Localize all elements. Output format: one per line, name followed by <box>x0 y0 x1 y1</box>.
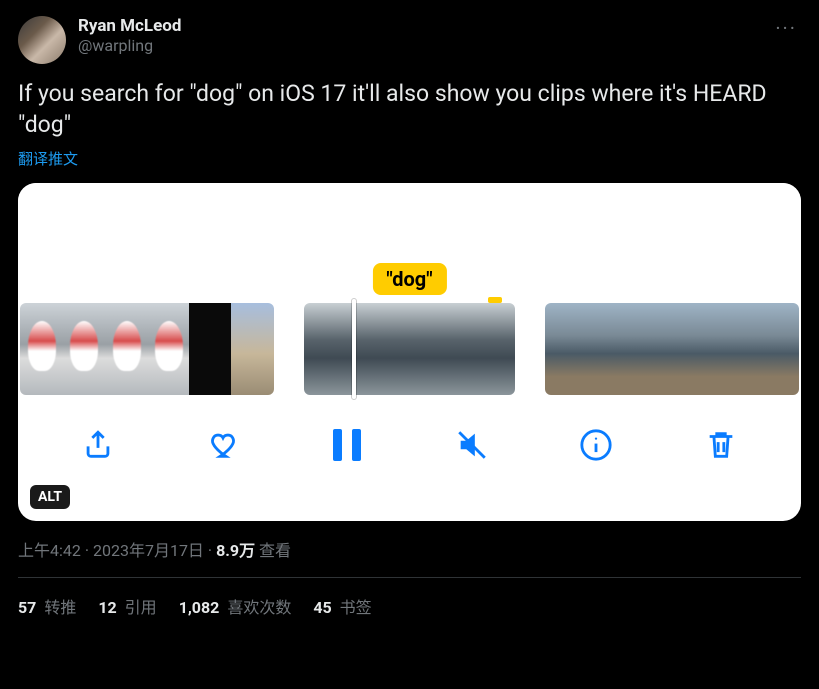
clip-group[interactable] <box>304 303 515 395</box>
media-toolbar <box>18 395 801 495</box>
video-timeline[interactable] <box>20 303 799 395</box>
search-term-badge: "dog" <box>372 263 446 295</box>
share-icon <box>81 428 115 462</box>
clip-frame <box>714 303 756 395</box>
clip-frame <box>431 303 473 395</box>
heart-icon <box>206 428 240 462</box>
avatar[interactable] <box>18 16 66 64</box>
clip-frame <box>189 303 231 395</box>
clip-group[interactable] <box>545 303 799 395</box>
clip-frame <box>473 303 515 395</box>
trash-icon <box>704 428 738 462</box>
author-display-name: Ryan McLeod <box>78 16 771 36</box>
info-button[interactable] <box>577 426 615 464</box>
bookmarks-stat[interactable]: 45 书签 <box>313 594 371 618</box>
tweet-text: If you search for "dog" on iOS 17 it'll … <box>18 78 801 140</box>
tweet-header: Ryan McLeod @warpling ··· <box>18 16 801 64</box>
tweet-container: Ryan McLeod @warpling ··· If you search … <box>0 0 819 618</box>
views-count: 8.9万 <box>216 541 255 560</box>
tweet-time[interactable]: 上午4:42 <box>18 541 81 560</box>
clip-frame <box>588 303 630 395</box>
tweet-meta: 上午4:42 · 2023年7月17日 · 8.9万 查看 <box>18 537 801 561</box>
tweet-stats: 57 转推 12 引用 1,082 喜欢次数 45 书签 <box>18 578 801 618</box>
clip-frame <box>147 303 189 395</box>
quotes-stat[interactable]: 12 引用 <box>98 594 156 618</box>
clip-frame <box>672 303 714 395</box>
pause-button[interactable] <box>328 426 366 464</box>
author-handle: @warpling <box>78 36 771 55</box>
media-card[interactable]: "dog" <box>18 183 801 521</box>
delete-button[interactable] <box>702 426 740 464</box>
translate-link[interactable]: 翻译推文 <box>18 148 78 169</box>
clip-frame <box>231 303 273 395</box>
clip-frame <box>630 303 672 395</box>
more-button[interactable]: ··· <box>771 16 801 40</box>
clip-frame <box>757 303 799 395</box>
retweets-stat[interactable]: 57 转推 <box>18 594 76 618</box>
mute-button[interactable] <box>453 426 491 464</box>
clip-frame <box>105 303 147 395</box>
info-icon <box>579 428 613 462</box>
clip-frame <box>62 303 104 395</box>
alt-badge[interactable]: ALT <box>30 485 70 509</box>
tweet-date[interactable]: 2023年7月17日 <box>93 541 204 560</box>
share-button[interactable] <box>79 426 117 464</box>
views-label: 查看 <box>255 541 291 560</box>
likes-stat[interactable]: 1,082 喜欢次数 <box>179 594 292 618</box>
clip-frame <box>20 303 62 395</box>
clip-group[interactable] <box>20 303 274 395</box>
like-button[interactable] <box>204 426 242 464</box>
clip-frame <box>304 303 346 395</box>
media-top-panel: "dog" <box>18 183 801 303</box>
clip-frame <box>545 303 587 395</box>
clip-frame <box>388 303 430 395</box>
pause-icon <box>333 429 361 461</box>
speaker-muted-icon <box>455 428 489 462</box>
playhead[interactable] <box>352 299 356 399</box>
author-names[interactable]: Ryan McLeod @warpling <box>78 16 771 56</box>
